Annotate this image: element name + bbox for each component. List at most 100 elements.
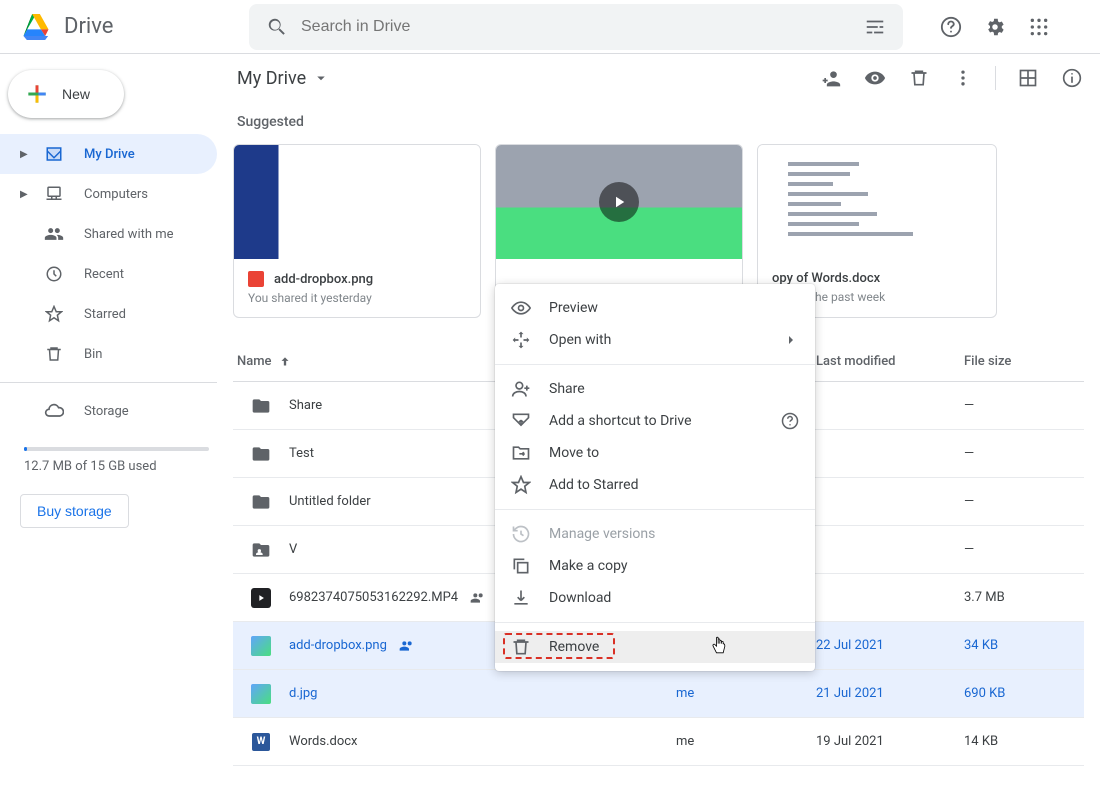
menu-item-download[interactable]: Download [495,582,815,614]
nav-icon [44,344,64,364]
sidebar-divider [0,382,217,383]
file-name: Test [289,446,314,461]
nav-label: Recent [84,267,124,282]
share-person-icon[interactable] [819,66,843,90]
file-icon [251,684,271,704]
file-name: Words.docx [289,734,358,749]
sidebar-item-computers[interactable]: ▶Computers [0,174,217,214]
sidebar-item-my-drive[interactable]: ▶My Drive [0,134,217,174]
menu-item-preview[interactable]: Preview [495,292,815,324]
menu-divider [495,622,815,623]
help-icon[interactable] [781,412,799,430]
shared-icon [399,638,415,654]
menu-item-move-to[interactable]: Move to [495,437,815,469]
file-size: — [964,542,1084,557]
suggested-label: Suggested [237,114,1084,130]
sidebar-item-starred[interactable]: Starred [0,294,217,334]
shared-icon [470,590,486,606]
drive-logo-icon[interactable] [16,7,56,47]
new-button[interactable]: New [8,70,124,118]
trash-icon[interactable] [907,66,931,90]
apps-icon[interactable] [1027,15,1051,39]
nav-label: My Drive [84,147,135,162]
breadcrumb[interactable]: My Drive [237,68,330,89]
image-icon [248,271,264,287]
menu-item-add-to-starred[interactable]: Add to Starred [495,469,815,501]
preview-eye-icon[interactable] [863,66,887,90]
nav-icon [44,224,64,244]
eye-icon [511,298,531,318]
shortcut-icon [511,411,531,431]
search-options-icon[interactable] [863,15,887,39]
sidebar-item-storage[interactable]: Storage [0,391,217,431]
breadcrumb-title: My Drive [237,68,306,89]
file-icon [251,492,271,512]
file-size: — [964,398,1084,413]
sort-arrow-icon [278,355,292,369]
more-icon[interactable] [951,66,975,90]
sidebar-item-recent[interactable]: Recent [0,254,217,294]
table-row[interactable]: d.jpgme21 Jul 2021690 KB [233,670,1084,718]
col-modified-header[interactable]: Last modified [816,354,964,369]
help-icon[interactable] [939,15,963,39]
settings-icon[interactable] [983,15,1007,39]
file-name: Untitled folder [289,494,371,509]
suggested-card-0[interactable]: add-dropbox.png You shared it yesterday [233,144,481,318]
menu-label: Add a shortcut to Drive [549,413,692,429]
download-icon [511,588,531,608]
nav-icon [44,184,64,204]
sidebar-item-shared-with-me[interactable]: Shared with me [0,214,217,254]
file-name: 6982374075053162292.MP4 [289,590,458,605]
menu-item-remove[interactable]: Remove [495,631,815,663]
card-meta: You shared it yesterday [248,291,466,305]
sidebar-item-bin[interactable]: Bin [0,334,217,374]
sidebar: New ▶My Drive▶Computers Shared with me Rec… [0,54,233,789]
person-add-icon [511,379,531,399]
search-input[interactable] [301,18,851,36]
card-title: add-dropbox.png [274,272,373,287]
menu-item-share[interactable]: Share [495,373,815,405]
col-size-header[interactable]: File size [964,354,1084,369]
file-name: V [289,542,297,557]
file-name: Share [289,398,322,413]
table-row[interactable]: WWords.docxme19 Jul 202114 KB [233,718,1084,766]
nav-label: Starred [84,307,126,322]
context-menu: Preview Open with Share Add a shortcut to D… [495,284,815,671]
file-modified: 19 Jul 2021 [816,734,964,749]
view-grid-icon[interactable] [1016,66,1040,90]
file-icon [251,636,271,656]
content: My Drive Suggested add-dropbox.png You s [233,54,1100,789]
nav-label: Computers [84,187,148,202]
nav-label: Shared with me [84,227,174,242]
buy-storage-button[interactable]: Buy storage [20,494,129,528]
menu-label: Open with [549,332,611,348]
file-owner: me [676,686,816,701]
open-with-icon [511,330,531,350]
file-size: 3.7 MB [964,590,1084,605]
menu-label: Manage versions [549,526,655,542]
card-thumb [496,145,742,259]
storage-text: 12.7 MB of 15 GB used [24,459,209,474]
storage-meter: 12.7 MB of 15 GB used [0,431,233,482]
menu-label: Add to Starred [549,477,638,493]
plus-icon [24,81,50,107]
header: Drive [0,0,1100,54]
file-name: add-dropbox.png [289,638,387,653]
logo-area: Drive [16,7,249,47]
menu-item-add-a-shortcut-to-drive[interactable]: Add a shortcut to Drive [495,405,815,437]
info-icon[interactable] [1060,66,1084,90]
file-name: d.jpg [289,686,317,701]
search-icon[interactable] [265,15,289,39]
menu-label: Share [549,381,585,397]
menu-item-open-with[interactable]: Open with [495,324,815,356]
chevron-right-icon [783,332,799,348]
file-icon: W [251,732,271,752]
menu-item-make-a-copy[interactable]: Make a copy [495,550,815,582]
trash-icon [511,637,531,657]
history-icon [511,524,531,544]
card-thumb [234,145,480,259]
menu-divider [495,509,815,510]
file-size: 14 KB [964,734,1084,749]
nav-icon [44,144,64,164]
search-bar[interactable] [249,4,903,50]
